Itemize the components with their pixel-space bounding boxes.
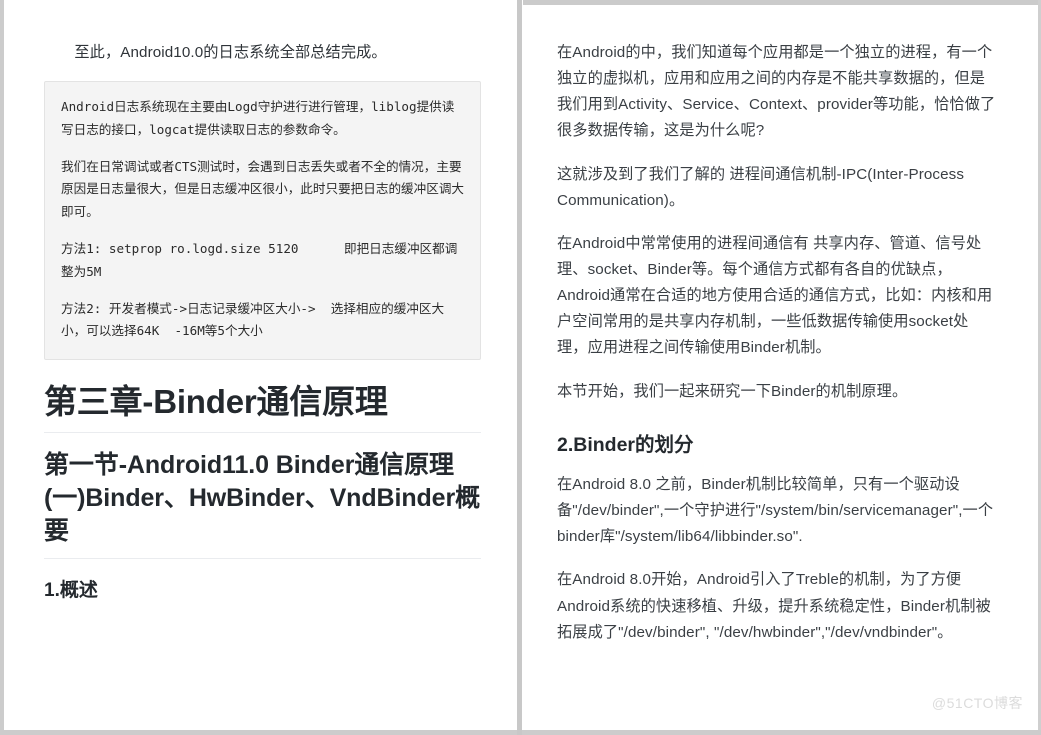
code-line: Android日志系统现在主要由Logd守护进行进行管理，liblog提供读写日…	[61, 99, 455, 137]
paragraph-binder-before-8: 在Android 8.0 之前，Binder机制比较简单，只有一个驱动设备"/d…	[557, 476, 994, 546]
paragraph-ipc-definition: 这就涉及到了我们了解的 进程间通信机制-IPC(Inter-Process Co…	[557, 165, 965, 209]
watermark: @51CTO博客	[931, 695, 1023, 711]
code-line: 我们在日常调试或者CTS测试时，会遇到日志丢失或者不全的情况，主要原因是日志量很…	[61, 158, 464, 219]
intro-paragraph: 至此，Android10.0的日志系统全部总结完成。	[74, 44, 387, 61]
subsection-heading-binder-division: 2.Binder的划分	[557, 433, 694, 456]
right-column: 在Android的中，我们知道每个应用都是一个独立的进程，有一个独立的虚拟机，应…	[522, 0, 1038, 735]
chapter-heading: 第三章-Binder通信原理	[44, 382, 481, 434]
code-line: 方法1: setprop ro.logd.size 5120 即把日志缓冲区都调…	[61, 241, 458, 279]
paragraph-section-intro: 本节开始，我们一起来研究一下Binder的机制原理。	[557, 382, 908, 400]
document-page: 至此，Android10.0的日志系统全部总结完成。 Android日志系统现在…	[0, 0, 1041, 735]
paragraph-ipc-mechanisms: 在Android中常常使用的进程间通信有 共享内存、管道、信号处理、socket…	[557, 234, 993, 357]
paragraph-binder-treble: 在Android 8.0开始，Android引入了Treble的机制，为了方便A…	[557, 571, 991, 641]
code-block: Android日志系统现在主要由Logd守护进行进行管理，liblog提供读写日…	[44, 81, 481, 360]
section-heading: 第一节-Android11.0 Binder通信原理(一)Binder、HwBi…	[44, 449, 481, 560]
subsection-heading-overview: 1.概述	[44, 580, 98, 602]
paragraph-process-isolation: 在Android的中，我们知道每个应用都是一个独立的进程，有一个独立的虚拟机，应…	[557, 44, 996, 140]
code-line: 方法2: 开发者模式->日志记录缓冲区大小-> 选择相应的缓冲区大小，可以选择6…	[61, 300, 445, 339]
left-column: 至此，Android10.0的日志系统全部总结完成。 Android日志系统现在…	[4, 0, 517, 735]
